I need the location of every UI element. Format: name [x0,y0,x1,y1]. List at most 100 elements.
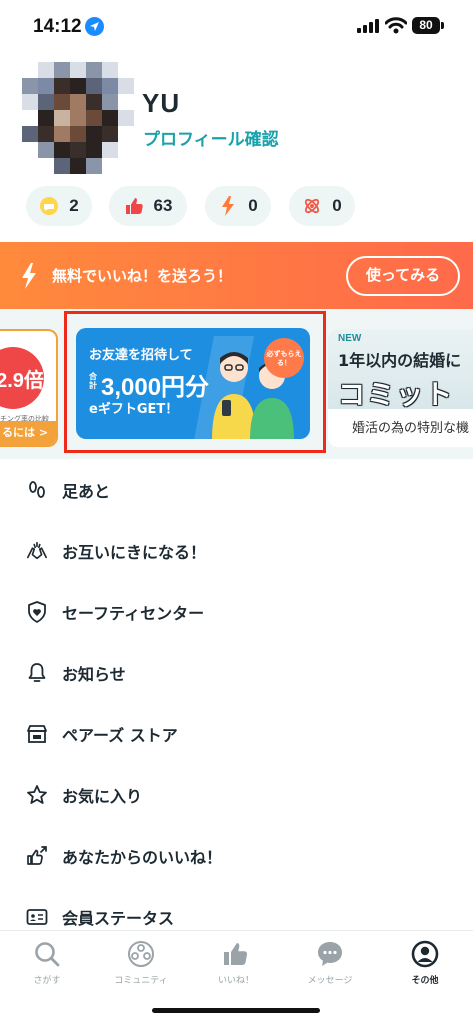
avatar-pixel [22,158,38,174]
stat-pill-atom[interactable]: 0 [289,186,355,226]
shield-heart-icon [26,601,48,623]
tab-label: メッセージ [307,976,353,986]
avatar-pixel [102,94,118,110]
signal-icon [357,19,379,33]
menu-label: お互いにきになる！ [62,543,207,562]
avatar-pixel [54,158,70,174]
status-time: 14:12 [33,16,82,37]
tab-label: いいね！ [217,976,254,986]
menu-item-safety-center[interactable]: セーフティセンター [0,581,473,643]
menu-label: 足あと [62,482,111,501]
avatar-pixel [22,94,38,110]
avatar-pixel [118,126,134,142]
avatar-pixel [86,126,102,142]
avatar-pixel [54,62,70,78]
menu-label: あなたからのいいね！ [62,848,223,867]
avatar-pixel [38,110,54,126]
banner-carousel[interactable]: 2.9倍 チング率の比較 るには > お友達を招待して 合計 3,000円分 e… [0,309,473,459]
avatar-pixel [54,110,70,126]
avatar-pixel [102,78,118,94]
rate-cta: るには > [0,421,56,445]
free-like-promo-banner[interactable]: 無料でいいね！を送ろう！ 使ってみる [0,242,473,309]
avatar-pixel [118,110,134,126]
avatar-pixel [38,94,54,110]
menu-item-favorites[interactable]: お気に入り [0,764,473,826]
avatar-pixel [22,142,38,158]
tab-messages[interactable]: メッセージ [283,939,377,989]
thumbs-up-icon [224,943,248,965]
avatar-pixel [38,62,54,78]
stat-pill-likes[interactable]: 63 [109,186,187,226]
new-label: NEW [338,333,362,344]
atom-icon [302,196,322,216]
avatar-pixel [86,158,102,174]
avatar-pixel [102,62,118,78]
profile-name: YU [142,88,181,118]
avatar-pixel [38,142,54,158]
avatar-pixel [102,142,118,158]
menu-item-notifications[interactable]: お知らせ [0,642,473,704]
search-icon [35,942,60,967]
community-icon [128,941,154,967]
battery-indicator: 80 [412,17,440,34]
commit-title: コミット [338,380,454,411]
avatar-pixel [70,158,86,174]
tab-label: さがす [33,976,61,986]
profile-view-link[interactable]: プロフィール確認 [143,125,279,150]
banner-card-invite-friends[interactable]: お友達を招待して 合計 3,000円分 eギフトGET！ 必ずもらえる！ [76,328,310,439]
invite-line1: お友達を招待して [89,348,193,363]
avatar-pixel [38,158,54,174]
menu-label: お気に入り [62,787,143,806]
avatar-pixel [118,142,134,158]
star-icon [26,784,48,806]
avatar-pixel [54,126,70,142]
tab-community[interactable]: コミュニティ [94,939,188,989]
tab-likes[interactable]: いいね！ [189,939,283,989]
avatar-pixel [118,158,134,174]
avatar-pixel [22,62,38,78]
menu-label: 会員ステータス [62,909,175,928]
menu-label: セーフティセンター [62,604,205,623]
avatar[interactable] [22,62,134,174]
bell-icon [26,662,48,684]
stat-value-atom: 0 [332,196,342,215]
commit-line3: 婚活の為の特別な機 [352,421,470,436]
avatar-pixel [86,78,102,94]
avatar-pixel [102,158,118,174]
thumbs-up-icon [124,196,144,216]
status-bar: 14:12 80 [0,0,473,54]
stat-value-likes: 63 [153,196,173,215]
avatar-pixel [22,110,38,126]
avatar-pixel [22,126,38,142]
avatar-pixel [70,94,86,110]
handshake-icon [26,540,48,562]
avatar-pixel [38,78,54,94]
menu-label: お知らせ [62,665,126,684]
avatar-pixel [102,110,118,126]
avatar-pixel [118,94,134,110]
banner-card-matching-rate[interactable]: 2.9倍 チング率の比較 るには > [0,329,58,447]
try-it-button[interactable]: 使ってみる [346,256,460,296]
location-arrow-icon [85,17,104,36]
avatar-pixel [86,94,102,110]
tab-other[interactable]: その他 [378,939,472,989]
stat-pill-boosts[interactable]: 0 [205,186,271,226]
home-indicator [152,1008,320,1013]
menu-item-pairs-store[interactable]: ペアーズ ストア [0,703,473,765]
tab-search[interactable]: さがす [0,939,94,989]
rate-badge: 2.9倍 [0,347,44,409]
message-icon [318,942,342,966]
battery-tip [441,22,444,29]
invite-line3: eギフトGET！ [89,402,179,417]
stat-pill-messages[interactable]: 2 [26,186,92,226]
menu-label: ペアーズ ストア [62,726,178,745]
menu-item-footprints[interactable]: 足あと [0,459,473,521]
commit-line1: 1年以内の結婚に [338,351,462,370]
menu-item-mutual-interest[interactable]: お互いにきになる！ [0,520,473,582]
stat-value-messages: 2 [69,196,79,215]
avatar-pixel [102,126,118,142]
avatar-pixel [54,78,70,94]
avatar-pixel [70,110,86,126]
menu-item-likes-sent[interactable]: あなたからのいいね！ [0,825,473,887]
banner-card-marriage-commit[interactable]: NEW 1年以内の結婚に コミット 婚活の為の特別な機 [328,329,473,447]
